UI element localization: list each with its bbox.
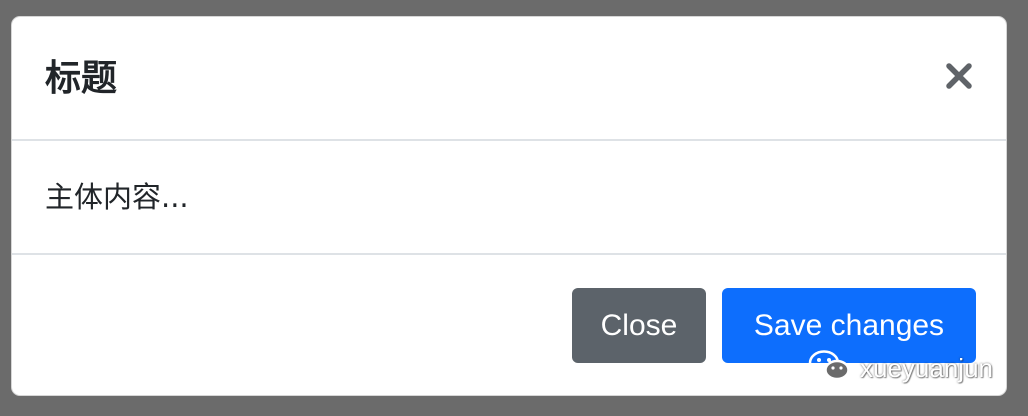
watermark-text: xueyuanjun <box>860 352 993 383</box>
close-button[interactable]: Close <box>572 288 706 363</box>
close-icon[interactable] <box>944 61 974 91</box>
modal-body-text: 主体内容... <box>45 180 189 214</box>
modal-dialog: 标题 主体内容... Close Save changes <box>11 16 1007 396</box>
modal-header: 标题 <box>12 17 1006 141</box>
watermark: xueyuanjun <box>808 348 993 388</box>
wechat-icon <box>808 348 852 388</box>
modal-title: 标题 <box>45 58 118 99</box>
modal-body: 主体内容... <box>12 141 1006 255</box>
